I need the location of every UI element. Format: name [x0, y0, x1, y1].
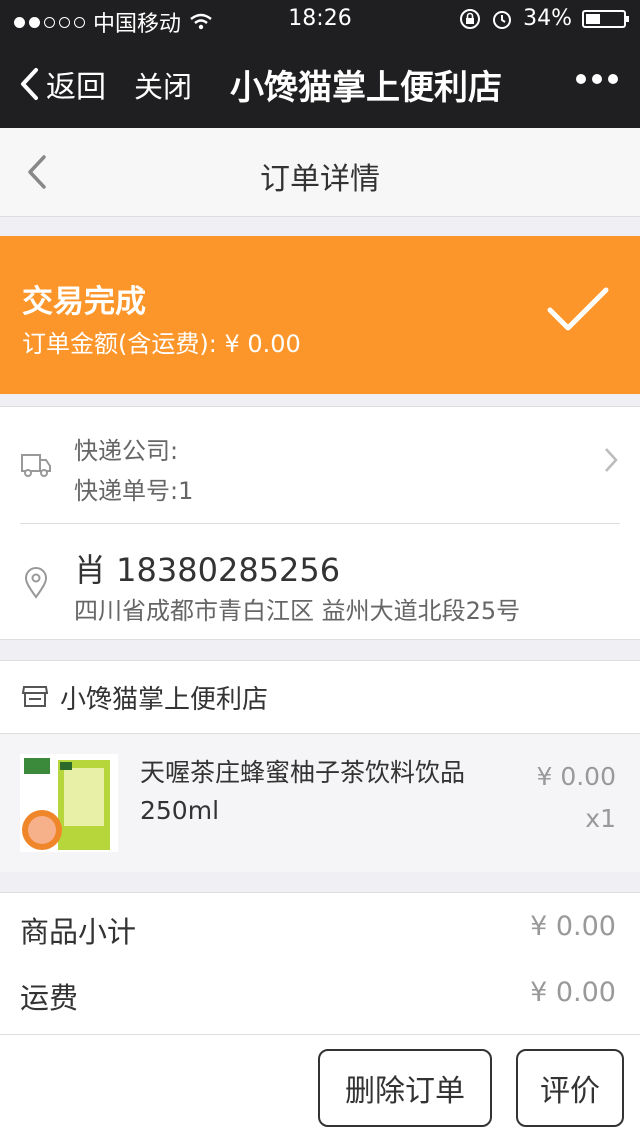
app-title: 小馋猫掌上便利店: [230, 68, 502, 108]
delete-order-button[interactable]: 删除订单: [318, 1049, 492, 1127]
close-button[interactable]: 关闭: [134, 64, 192, 106]
chevron-left-icon: [21, 68, 38, 100]
checkmark-icon: [547, 287, 609, 331]
back-button[interactable]: 返回: [18, 62, 106, 106]
subtotal-label: 商品小计: [20, 915, 137, 949]
order-item[interactable]: 天喔茶庄蜂蜜柚子茶饮料饮品250ml ¥ 0.00 x1: [0, 733, 640, 872]
address-row: 肖 18380285256 四川省成都市青白江区 益州大道北段25号: [0, 523, 640, 639]
recipient-name-phone: 肖 18380285256: [74, 551, 341, 589]
more-menu-icon[interactable]: [576, 74, 618, 84]
app-navbar: 返回 关闭 小馋猫掌上便利店: [0, 40, 640, 128]
subtotal-row: 商品小计 ¥ 0.00: [20, 909, 616, 959]
location-pin-icon: [24, 567, 48, 599]
recipient-address: 四川省成都市青白江区 益州大道北段25号: [74, 597, 521, 625]
status-bar: 中国移动 18:26 34%: [0, 0, 640, 40]
shipping-card: 快递公司: 快递单号:1 肖 18380285256 四川省成都市青白江区 益州…: [0, 406, 640, 640]
courier-company: 快递公司:: [74, 437, 179, 465]
battery-icon: [582, 9, 629, 28]
shipping-fee-row: 运费 ¥ 0.00: [20, 975, 616, 1025]
truck-icon: [21, 454, 51, 477]
chevron-right-icon: [605, 448, 618, 472]
shipping-fee-label: 运费: [20, 981, 79, 1015]
store-header[interactable]: 小馋猫掌上便利店: [0, 661, 640, 733]
alarm-icon: [493, 10, 512, 29]
product-image: [20, 754, 118, 852]
order-status-title: 交易完成: [22, 284, 146, 320]
back-label: 返回: [46, 70, 106, 105]
page-title: 订单详情: [260, 162, 380, 197]
review-button[interactable]: 评价: [516, 1049, 624, 1127]
order-amount: 订单金额(含运费): ¥ 0.00: [22, 330, 301, 358]
subtotal-value: ¥ 0.00: [530, 911, 616, 942]
battery-percent: 34%: [523, 6, 572, 31]
rotation-lock-icon: [460, 8, 481, 29]
shipping-info-row[interactable]: 快递公司: 快递单号:1: [0, 407, 640, 523]
totals-card: 商品小计 ¥ 0.00 运费 ¥ 0.00: [0, 892, 640, 1036]
order-status-banner: 交易完成 订单金额(含运费): ¥ 0.00: [0, 236, 640, 394]
product-price: ¥ 0.00: [536, 762, 616, 791]
page-header: 订单详情: [0, 128, 640, 217]
product-quantity: x1: [585, 804, 616, 833]
shipping-fee-value: ¥ 0.00: [530, 977, 616, 1008]
store-card: 小馋猫掌上便利店 天喔茶庄蜂蜜柚子茶饮料饮品250ml ¥ 0.00 x1: [0, 660, 640, 872]
store-icon: [22, 686, 48, 707]
store-name: 小馋猫掌上便利店: [60, 685, 269, 715]
tracking-number: 快递单号:1: [74, 477, 194, 505]
product-name: 天喔茶庄蜂蜜柚子茶饮料饮品250ml: [140, 758, 466, 825]
action-bar: 删除订单 评价: [0, 1034, 640, 1137]
